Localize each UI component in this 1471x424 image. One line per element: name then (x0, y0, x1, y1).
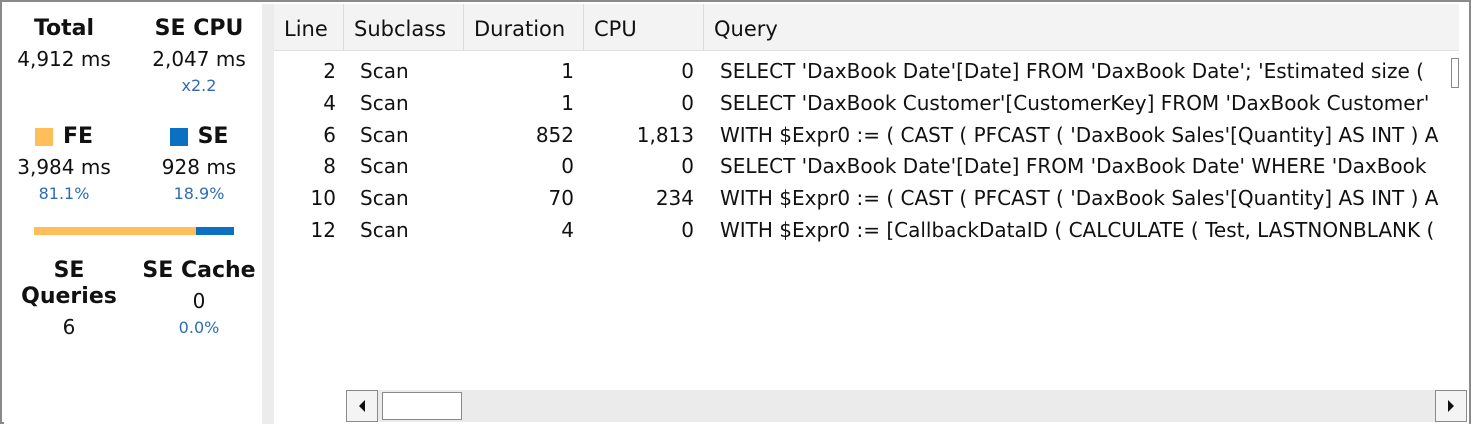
se-swatch-icon (169, 128, 188, 146)
column-header-subclass[interactable]: Subclass (344, 4, 464, 50)
cell-cpu: 0 (681, 90, 694, 115)
fe-se-split-bar (34, 227, 234, 235)
se-value: 928 ms (161, 155, 237, 179)
cell-duration: 1 (561, 90, 574, 115)
cell-line: 8 (323, 154, 336, 179)
se-cpu-label: SE CPU (154, 16, 244, 41)
cell-duration: 852 (535, 122, 574, 147)
cell-cpu: 1,813 (636, 122, 694, 147)
table-row[interactable]: 8 Scan 0 0 SELECT 'DaxBook Date'[Date] F… (274, 151, 1459, 183)
se-queries-value: 6 (62, 315, 76, 339)
cell-subclass: Scan (360, 217, 409, 242)
cell-query: WITH $Expr0 := ( CAST ( PFCAST ( 'DaxBoo… (720, 122, 1439, 147)
table-row[interactable]: 12 Scan 4 0 WITH $Expr0 := [CallbackData… (274, 215, 1459, 247)
table-row[interactable]: 4 Scan 1 0 SELECT 'DaxBook Customer'[Cus… (274, 88, 1459, 120)
column-header-line[interactable]: Line (274, 4, 344, 50)
cell-line: 4 (323, 90, 336, 115)
table-row[interactable]: 2 Scan 1 0 SELECT 'DaxBook Date'[Date] F… (274, 56, 1459, 88)
chevron-right-icon (1448, 400, 1454, 412)
fe-value: 3,984 ms (17, 155, 111, 179)
cell-query: SELECT 'DaxBook Customer'[CustomerKey] F… (720, 90, 1430, 115)
cell-line: 12 (310, 217, 336, 242)
horizontal-scrollbar[interactable] (346, 390, 1467, 422)
se-cpu-ratio: x2.2 (181, 76, 217, 95)
se-stat: SE 928 ms 18.9% (139, 124, 259, 204)
cell-duration: 1 (561, 59, 574, 83)
cell-query: SELECT 'DaxBook Date'[Date] FROM 'DaxBoo… (720, 154, 1427, 179)
column-header-cpu[interactable]: CPU (584, 4, 704, 50)
table-row[interactable]: 6 Scan 852 1,813 WITH $Expr0 := ( CAST (… (274, 120, 1459, 152)
cell-cpu: 0 (681, 59, 694, 83)
fe-percent: 81.1% (38, 184, 90, 203)
cell-subclass: Scan (360, 59, 409, 83)
cell-duration: 0 (561, 154, 574, 179)
cell-subclass: Scan (360, 186, 409, 211)
se-cache-stat: SE Cache 0 0.0% (139, 258, 259, 338)
cell-cpu: 0 (681, 154, 694, 179)
cell-cpu: 0 (681, 217, 694, 242)
fe-label: FE (62, 124, 94, 149)
column-header-duration[interactable]: Duration (464, 4, 584, 50)
cell-query: SELECT 'DaxBook Date'[Date] FROM 'DaxBoo… (720, 59, 1424, 83)
scroll-right-button[interactable] (1435, 390, 1467, 422)
horizontal-scrollbar-thumb[interactable] (382, 392, 462, 420)
fe-bar-segment (34, 227, 197, 235)
table-row[interactable]: 10 Scan 70 234 WITH $Expr0 := ( CAST ( P… (274, 183, 1459, 215)
column-header-query[interactable]: Query (704, 4, 1459, 50)
se-bar-segment (196, 227, 234, 235)
cell-query: WITH $Expr0 := ( CAST ( PFCAST ( 'DaxBoo… (720, 186, 1439, 211)
se-queries-stat: SE Queries 6 (9, 258, 129, 340)
cell-duration: 70 (548, 186, 574, 211)
se-percent: 18.9% (173, 184, 225, 203)
summary-panel: Total 4,912 ms SE CPU 2,047 ms x2.2 FE 3… (4, 4, 262, 424)
vertical-scrollbar[interactable] (1451, 22, 1459, 402)
panel-splitter[interactable] (262, 4, 274, 424)
total-stat: Total 4,912 ms (4, 16, 124, 72)
fe-stat: FE 3,984 ms 81.1% (4, 124, 124, 204)
query-grid: Line Subclass Duration CPU Query 2 Scan … (274, 4, 1469, 424)
se-queries-label: SE Queries (21, 258, 117, 309)
cell-subclass: Scan (360, 154, 409, 179)
cell-cpu: 234 (655, 186, 694, 211)
cell-line: 10 (310, 186, 336, 211)
chevron-left-icon (359, 400, 365, 412)
se-cpu-value: 2,047 ms (152, 47, 246, 71)
se-cache-value: 0 (192, 289, 206, 313)
se-cache-label: SE Cache (142, 258, 256, 283)
se-cpu-stat: SE CPU 2,047 ms x2.2 (139, 16, 259, 96)
scroll-left-button[interactable] (346, 390, 378, 422)
fe-swatch-icon (34, 128, 53, 146)
server-timings-panel: Total 4,912 ms SE CPU 2,047 ms x2.2 FE 3… (0, 0, 1471, 424)
se-label: SE (197, 124, 229, 149)
total-value: 4,912 ms (17, 47, 111, 71)
grid-rows: 2 Scan 1 0 SELECT 'DaxBook Date'[Date] F… (274, 56, 1459, 247)
se-cache-percent: 0.0% (178, 318, 220, 337)
vertical-scrollbar-thumb[interactable] (1451, 58, 1459, 88)
cell-duration: 4 (561, 217, 574, 242)
total-label: Total (33, 16, 95, 41)
grid-header: Line Subclass Duration CPU Query (274, 4, 1459, 51)
cell-line: 6 (323, 122, 336, 147)
cell-subclass: Scan (360, 122, 409, 147)
cell-subclass: Scan (360, 90, 409, 115)
cell-line: 2 (323, 59, 336, 83)
cell-query: WITH $Expr0 := [CallbackDataID ( CALCULA… (720, 217, 1435, 242)
